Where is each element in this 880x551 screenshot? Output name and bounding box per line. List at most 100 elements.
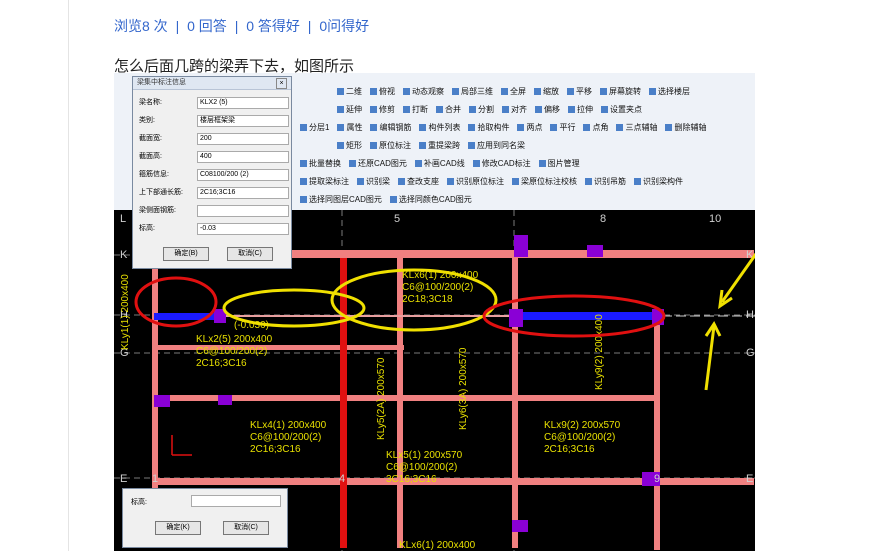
- field-label: 类别:: [139, 117, 155, 124]
- section-height-field[interactable]: 400: [197, 151, 289, 163]
- toolbar-button[interactable]: 延伸: [337, 101, 362, 119]
- axis-label: 9: [654, 473, 660, 485]
- toolbar-button[interactable]: 分层1: [300, 119, 329, 137]
- views-count[interactable]: 浏览8 次: [114, 18, 168, 34]
- toolbar-label: 修改CAD标注: [481, 159, 531, 168]
- toolbar-button[interactable]: 选择楼层: [649, 83, 690, 101]
- side-bar-field[interactable]: [197, 205, 289, 217]
- separator: |: [234, 18, 239, 34]
- toolbar-button[interactable]: 提取梁标注: [300, 173, 349, 191]
- close-icon[interactable]: ×: [276, 78, 287, 89]
- cancel-button[interactable]: 取消(C): [223, 521, 269, 535]
- toolbar-button[interactable]: 选择同图层CAD图元: [300, 191, 382, 209]
- toolbar-button[interactable]: 平移: [567, 83, 592, 101]
- tool-icon: [567, 88, 574, 96]
- toolbar-button[interactable]: 局部三维: [452, 83, 493, 101]
- toolbar-button[interactable]: 全屏: [501, 83, 526, 101]
- tool-icon: [534, 88, 541, 96]
- elevation-field[interactable]: -0.03: [197, 223, 289, 235]
- toolbar-button[interactable]: 补画CAD线: [414, 155, 465, 173]
- toolbar-label: 点角: [592, 123, 609, 132]
- toolbar-button[interactable]: 识别梁构件: [634, 173, 683, 191]
- toolbar-button[interactable]: 打断: [403, 101, 428, 119]
- tool-icon: [370, 106, 377, 114]
- tool-icon: [601, 106, 608, 114]
- toolbar-button[interactable]: 拉伸: [568, 101, 593, 119]
- good-answers-link[interactable]: 0 答得好: [246, 18, 300, 34]
- toolbar-button[interactable]: 修改CAD标注: [472, 155, 531, 173]
- toolbar-label: 还原CAD图元: [358, 159, 407, 168]
- toolbar-label: 屏幕旋转: [609, 87, 641, 96]
- toolbar-button[interactable]: 选择同颜色CAD图元: [389, 191, 472, 209]
- toolbar-button[interactable]: 设置夹点: [601, 101, 642, 119]
- toolbar-label: 缩放: [543, 87, 559, 96]
- toolbar-button[interactable]: 原位标注: [370, 137, 411, 155]
- section-width-field[interactable]: 200: [197, 133, 289, 145]
- toolbar-button[interactable]: 识别原位标注: [447, 173, 504, 191]
- toolbar-button[interactable]: 二维: [337, 83, 362, 101]
- toolbar-button[interactable]: 批量替换: [300, 155, 341, 173]
- toolbar-button[interactable]: 识别梁: [357, 173, 390, 191]
- beam-label: KLx6(1) 200x400: [399, 540, 476, 551]
- field-label: 上下部通长筋:: [139, 189, 183, 196]
- toolbar-button[interactable]: 动态观察: [403, 83, 444, 101]
- tool-icon: [300, 124, 307, 132]
- beam-label: KLx9(2) 200x570: [544, 420, 621, 431]
- toolbar-button[interactable]: 分割: [469, 101, 494, 119]
- tool-icon: [472, 160, 480, 168]
- toolbar-button[interactable]: 偏移: [535, 101, 560, 119]
- toolbar-button[interactable]: 俯视: [370, 83, 395, 101]
- tool-icon: [535, 106, 542, 114]
- toolbar-button[interactable]: 识别吊筋: [585, 173, 626, 191]
- beam-name-field[interactable]: KLX2 (5): [197, 97, 289, 109]
- toolbar-label: 设置夹点: [610, 105, 642, 114]
- toolbar-label: 删除辅轴: [674, 123, 707, 132]
- toolbar-button[interactable]: 三点辅轴: [616, 119, 657, 137]
- stirrup-field[interactable]: C08100/200 (2): [197, 169, 289, 181]
- elevation-input[interactable]: [191, 495, 281, 507]
- toolbar-button[interactable]: 查改支座: [398, 173, 439, 191]
- toolbar-label: 选择楼层: [658, 87, 690, 96]
- toolbar-button[interactable]: 点角: [583, 119, 608, 137]
- elevation-dialog: 标高: 确定(K) 取消(C): [122, 488, 288, 548]
- toolbar-button[interactable]: 编辑钢筋: [370, 119, 411, 137]
- toolbar-button[interactable]: 屏幕旋转: [600, 83, 641, 101]
- toolbar-button[interactable]: 图片管理: [538, 155, 580, 173]
- toolbar-button[interactable]: 合并: [436, 101, 461, 119]
- toolbar-button[interactable]: 应用到同名梁: [468, 137, 525, 155]
- cancel-button[interactable]: 取消(C): [227, 247, 273, 261]
- toolbar-button[interactable]: 缩放: [534, 83, 559, 101]
- answers-link[interactable]: 0 回答: [187, 18, 227, 34]
- category-select[interactable]: 楼层框架梁: [197, 115, 289, 127]
- toolbar-label: 合并: [445, 105, 461, 114]
- field-row: 类别: 楼层框架梁: [139, 115, 289, 127]
- ok-button[interactable]: 确定(B): [163, 247, 209, 261]
- toolbar-button[interactable]: 平行: [550, 119, 575, 137]
- beam-info-dialog: 梁集中标注信息 × 梁名称: KLX2 (5) 类别: 楼层框架梁 截面宽: 2…: [132, 76, 292, 269]
- toolbar-row-select: 选择同图层CAD图元 选择同颜色CAD图元: [292, 191, 472, 209]
- toolbar-label: 对齐: [511, 105, 527, 114]
- tool-icon: [370, 88, 377, 96]
- axis-label: K: [120, 249, 128, 261]
- toolbar-button[interactable]: 对齐: [502, 101, 527, 119]
- toolbar-button[interactable]: 两点: [517, 119, 542, 137]
- toolbar-button[interactable]: 属性: [337, 119, 362, 137]
- toolbar-button[interactable]: 梁原位标注校核: [512, 173, 577, 191]
- toolbar-button[interactable]: 修剪: [370, 101, 395, 119]
- toolbar-button[interactable]: 构件列表: [419, 119, 460, 137]
- toolbar-button[interactable]: 还原CAD图元: [349, 155, 407, 173]
- toolbar-button[interactable]: 重提梁跨: [419, 137, 460, 155]
- toolbar-label: 矩形: [346, 141, 362, 150]
- toolbar-label: 应用到同名梁: [477, 141, 525, 150]
- toolbar-row-view: 二维 俯视 动态观察 局部三维 全屏 缩放 平移 屏幕旋转 选择楼层: [329, 83, 690, 101]
- field-row: 标高: -0.03: [139, 223, 289, 235]
- toolbar-button[interactable]: 删除辅轴: [665, 119, 706, 137]
- toolbar-button[interactable]: 矩形: [337, 137, 362, 155]
- tool-icon: [337, 106, 344, 114]
- long-bar-field[interactable]: 2C16;3C16: [197, 187, 289, 199]
- ok-button[interactable]: 确定(K): [155, 521, 201, 535]
- tool-icon: [337, 88, 344, 96]
- tool-icon: [665, 124, 673, 132]
- good-questions-link[interactable]: 0问得好: [319, 18, 369, 34]
- toolbar-button[interactable]: 拾取构件: [468, 119, 509, 137]
